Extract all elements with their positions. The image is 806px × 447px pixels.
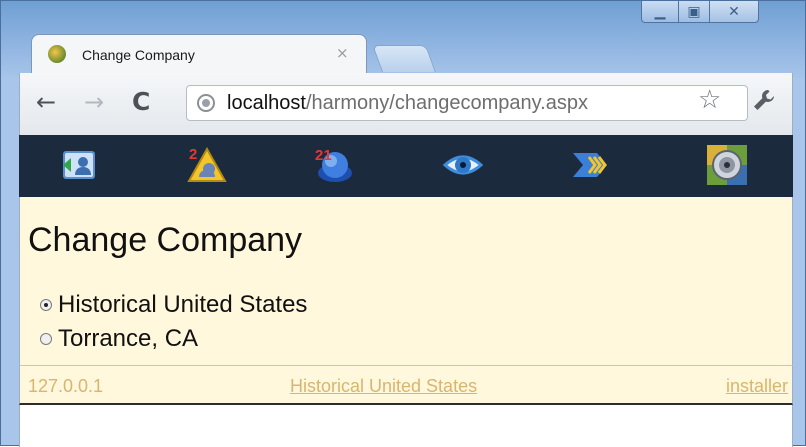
back-arrow-icon[interactable]: ← [36,90,56,114]
maximize-icon: ▣ [687,3,701,20]
page-footer: 127.0.0.1 Historical United States insta… [19,365,793,405]
eye-icon[interactable] [441,143,485,187]
target-icon[interactable] [705,143,749,187]
browser-toolbar: ← → C localhost/harmony/changecompany.as… [19,73,793,135]
forward-arrow-icon[interactable]: → [84,90,104,114]
page-content: Change Company Historical United States … [19,197,793,365]
minimize-icon: ▁ [654,3,666,20]
company-option-historical[interactable]: Historical United States [40,291,307,319]
url-path: /harmony/changecompany.aspx [305,92,588,114]
minimize-button[interactable]: ▁ [641,1,679,23]
company-option-torrance[interactable]: Torrance, CA [40,325,198,353]
url-host: localhost [227,92,306,114]
tab-change-company[interactable]: Change Company × [31,34,367,74]
svg-text:21: 21 [315,147,332,164]
radio-label[interactable]: Historical United States [58,291,307,319]
favicon-icon [48,45,66,63]
maximize-button[interactable]: ▣ [678,1,710,23]
radio-button-checked[interactable] [40,299,52,311]
alert-icon[interactable]: 2 [185,143,229,187]
radio-button[interactable] [40,333,52,345]
new-tab-button[interactable] [372,45,436,72]
close-icon: ✕ [728,3,740,20]
radio-label[interactable]: Torrance, CA [58,325,198,353]
url-text[interactable]: localhost/harmony/changecompany.aspx [227,92,588,115]
tab-title: Change Company [82,47,195,63]
server-ip: 127.0.0.1 [28,376,104,396]
page-title: Change Company [28,221,303,259]
address-bar[interactable]: localhost/harmony/changecompany.aspx [186,85,748,121]
bookmark-star-icon[interactable]: ☆ [698,87,721,113]
globe-icon [197,94,215,112]
reload-icon[interactable]: C [132,89,150,114]
calendar-icon[interactable]: 21 [311,143,355,187]
browser-window: ▁ ▣ ✕ Change Company × ← → C localhost/h… [0,0,806,447]
page-blank-area [19,405,793,447]
close-window-button[interactable]: ✕ [709,1,759,23]
tab-close-icon[interactable]: × [336,44,349,62]
current-company-link[interactable]: Historical United States [290,376,477,397]
contacts-icon[interactable] [57,143,101,187]
svg-text:2: 2 [189,146,197,163]
app-icon-bar: 2 21 [19,135,793,197]
forward-arrows-icon[interactable] [569,143,613,187]
wrench-menu-icon[interactable] [751,87,777,118]
user-link[interactable]: installer [726,376,788,397]
